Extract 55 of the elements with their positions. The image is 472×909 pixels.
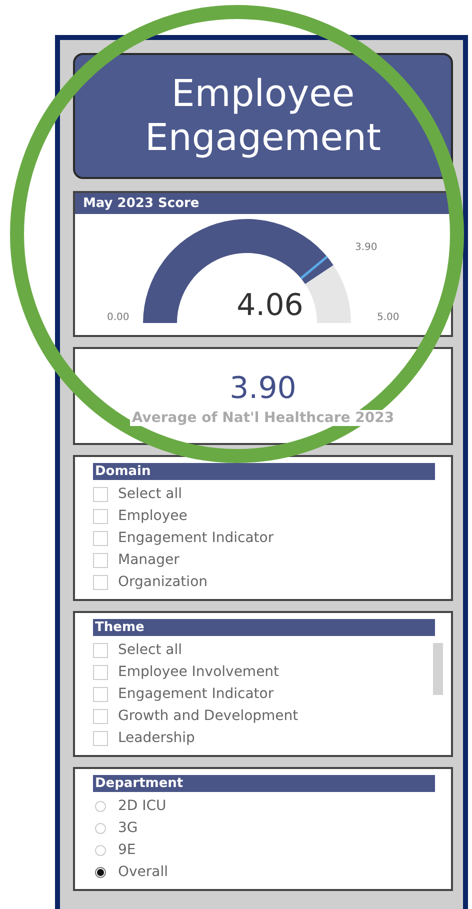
option-label: 9E — [118, 842, 136, 858]
slicer-option[interactable]: Engagement Indicator — [93, 683, 435, 705]
slicer-option[interactable]: 9E — [93, 839, 435, 861]
radio-button[interactable] — [95, 822, 106, 834]
radio-button[interactable] — [95, 844, 106, 856]
target-label: 3.90 — [355, 242, 378, 253]
gauge-min: 0.00 — [107, 312, 130, 323]
checkbox[interactable] — [93, 552, 108, 568]
scrollbar[interactable] — [433, 643, 443, 695]
option-label: 2D ICU — [118, 798, 166, 814]
option-label: Select all — [118, 642, 182, 658]
checkbox[interactable] — [93, 508, 108, 524]
option-label: Engagement Indicator — [118, 686, 274, 702]
radio-button[interactable] — [95, 800, 106, 812]
option-label: Manager — [118, 552, 180, 568]
checkbox[interactable] — [93, 642, 108, 658]
slicer-header: Department — [93, 775, 435, 792]
gauge-max: 5.00 — [377, 312, 400, 323]
slicer-header: Domain — [93, 463, 435, 480]
target-marker — [300, 256, 328, 280]
option-label: Leadership — [118, 730, 195, 746]
slicer-option[interactable]: Select all — [93, 639, 435, 661]
slicer-option[interactable]: 2D ICU — [93, 795, 435, 817]
option-label: 3G — [118, 820, 138, 836]
slicer-header: Theme — [93, 619, 435, 636]
checkbox[interactable] — [93, 730, 108, 746]
card-header: May 2023 Score — [75, 193, 451, 214]
benchmark-value: 3.90 — [230, 371, 296, 406]
option-label: Select all — [118, 486, 182, 502]
option-label: Engagement Indicator — [118, 530, 274, 546]
radio-button[interactable] — [95, 866, 106, 878]
checkbox[interactable] — [93, 530, 108, 546]
checkbox[interactable] — [93, 708, 108, 724]
option-label: Employee Involvement — [118, 664, 280, 680]
slicer-option[interactable]: Growth and Development — [93, 705, 435, 727]
checkbox[interactable] — [93, 486, 108, 502]
checkbox[interactable] — [93, 574, 108, 590]
slicer-option[interactable]: Employee Involvement — [93, 661, 435, 683]
option-label: Overall — [118, 864, 168, 880]
option-label: Organization — [118, 574, 208, 590]
slicer-option[interactable]: Select all — [93, 483, 435, 505]
slicer-option[interactable]: Engagement Indicator — [93, 527, 435, 549]
slicer-option[interactable]: Manager — [93, 549, 435, 571]
gauge-value: 4.06 — [236, 288, 304, 323]
slicer-option[interactable]: 3G — [93, 817, 435, 839]
dashboard-title: Employee Engagement — [144, 72, 382, 160]
slicer-option[interactable]: Organization — [93, 571, 435, 593]
option-label: Employee — [118, 508, 188, 524]
checkbox[interactable] — [93, 686, 108, 702]
checkbox[interactable] — [93, 664, 108, 680]
slicer-option[interactable]: Leadership — [93, 727, 435, 749]
slicer-option[interactable]: Overall — [93, 861, 435, 883]
gauge-track — [305, 265, 351, 323]
option-label: Growth and Development — [118, 708, 298, 724]
slicer-option[interactable]: Employee — [93, 505, 435, 527]
